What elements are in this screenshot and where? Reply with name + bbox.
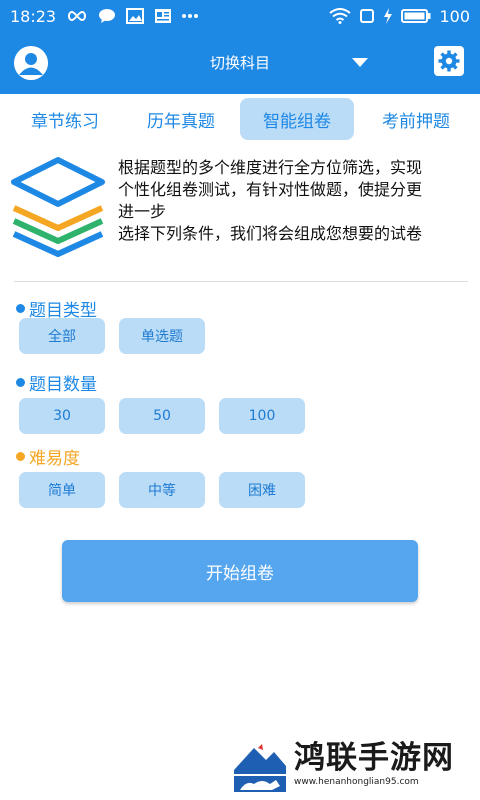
option-difficulty-medium[interactable]: 中等 bbox=[119, 472, 205, 508]
chat-bubble-icon bbox=[98, 8, 116, 24]
intro-line: 选择下列条件，我们将会组成您想要的试卷 bbox=[118, 224, 423, 243]
option-difficulty-hard[interactable]: 困难 bbox=[219, 472, 305, 508]
section-label-text: 难易度 bbox=[29, 449, 80, 469]
option-type-single-choice[interactable]: 单选题 bbox=[119, 318, 205, 354]
more-dots-icon bbox=[182, 13, 199, 19]
tab-smart-paper[interactable]: 智能组卷 bbox=[240, 98, 354, 140]
bullet-dot-icon bbox=[16, 452, 25, 461]
option-type-all[interactable]: 全部 bbox=[19, 318, 105, 354]
chevron-down-icon[interactable] bbox=[352, 58, 368, 67]
watermark-logo-icon bbox=[232, 740, 288, 794]
tab-pre-exam-prediction[interactable]: 考前押题 bbox=[359, 98, 473, 140]
news-icon bbox=[154, 8, 172, 24]
bullet-dot-icon bbox=[16, 304, 25, 313]
battery-icon bbox=[401, 9, 431, 23]
bullet-dot-icon bbox=[16, 378, 25, 387]
charging-icon bbox=[383, 8, 393, 24]
watermark-url: www.henanhonglian95.com bbox=[294, 777, 419, 787]
option-count-30[interactable]: 30 bbox=[19, 398, 105, 434]
tab-chapter-practice[interactable]: 章节练习 bbox=[8, 98, 122, 140]
option-count-100[interactable]: 100 bbox=[219, 398, 305, 434]
intro-line: 根据题型的多个维度进行全方位筛选，实现 bbox=[118, 158, 423, 177]
intro-description: 根据题型的多个维度进行全方位筛选，实现 个性化组卷测试，有针对性做题，使提分更 … bbox=[118, 157, 468, 245]
infinity-icon bbox=[66, 10, 88, 22]
start-paper-button[interactable]: 开始组卷 bbox=[62, 540, 418, 602]
section-question-count: 题目数量 bbox=[16, 370, 97, 395]
gear-icon[interactable] bbox=[434, 46, 464, 76]
section-difficulty: 难易度 bbox=[16, 444, 80, 469]
intro-line: 进一步 bbox=[118, 202, 167, 221]
status-bar: 18:23 100 bbox=[0, 0, 480, 32]
watermark-text: 鸿联手游网 www.henanhonglian95.com bbox=[294, 740, 454, 788]
status-time: 18:23 bbox=[10, 6, 57, 26]
tab-past-exams[interactable]: 历年真题 bbox=[124, 98, 238, 140]
square-icon bbox=[359, 8, 375, 24]
tab-bar: 章节练习 历年真题 智能组卷 考前押题 bbox=[0, 94, 480, 146]
stacked-layers-icon bbox=[10, 154, 106, 269]
option-difficulty-easy[interactable]: 简单 bbox=[19, 472, 105, 508]
option-count-50[interactable]: 50 bbox=[119, 398, 205, 434]
wifi-icon bbox=[329, 8, 352, 24]
divider bbox=[14, 281, 468, 282]
image-icon bbox=[126, 8, 145, 24]
intro-line: 个性化组卷测试，有针对性做题，使提分更 bbox=[118, 180, 423, 199]
watermark-title: 鸿联手游网 bbox=[294, 740, 454, 776]
site-watermark: 鸿联手游网 www.henanhonglian95.com bbox=[232, 740, 476, 796]
section-label-text: 题目数量 bbox=[29, 375, 97, 395]
battery-level: 100 bbox=[439, 6, 470, 26]
switch-subject-title[interactable]: 切换科目 bbox=[0, 52, 480, 73]
app-bar: 切换科目 bbox=[0, 32, 480, 94]
